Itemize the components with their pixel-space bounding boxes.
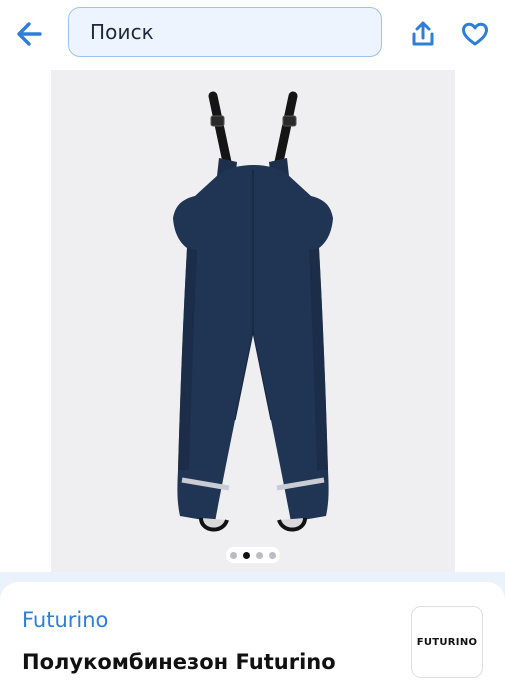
gallery-pagination (226, 547, 280, 563)
product-title: Полукомбинезон Futurino (22, 650, 336, 674)
gallery-dot-2[interactable] (243, 551, 250, 559)
gallery-dot-3[interactable] (256, 551, 263, 559)
gallery-dot-4[interactable] (269, 551, 276, 559)
share-button[interactable] (403, 14, 443, 54)
favorite-button[interactable] (455, 14, 495, 54)
heart-outline-icon (462, 22, 488, 46)
arrow-left-icon (17, 22, 42, 46)
share-upload-icon (412, 21, 434, 46)
back-button[interactable] (9, 14, 49, 54)
top-bar: Поиск (0, 0, 505, 68)
brand-logo-button[interactable]: FUTURINO (411, 606, 483, 678)
search-input[interactable]: Поиск (68, 7, 382, 57)
product-gallery[interactable] (51, 70, 455, 572)
brand-logo-text: FUTURINO (416, 636, 478, 648)
product-page: Поиск Futurino Полукомбинезон Futurino F… (0, 0, 505, 700)
search-input-value: Поиск (90, 20, 154, 44)
product-image (173, 91, 333, 532)
gallery-dot-1[interactable] (230, 551, 237, 559)
brand-link[interactable]: Futurino (22, 608, 108, 632)
